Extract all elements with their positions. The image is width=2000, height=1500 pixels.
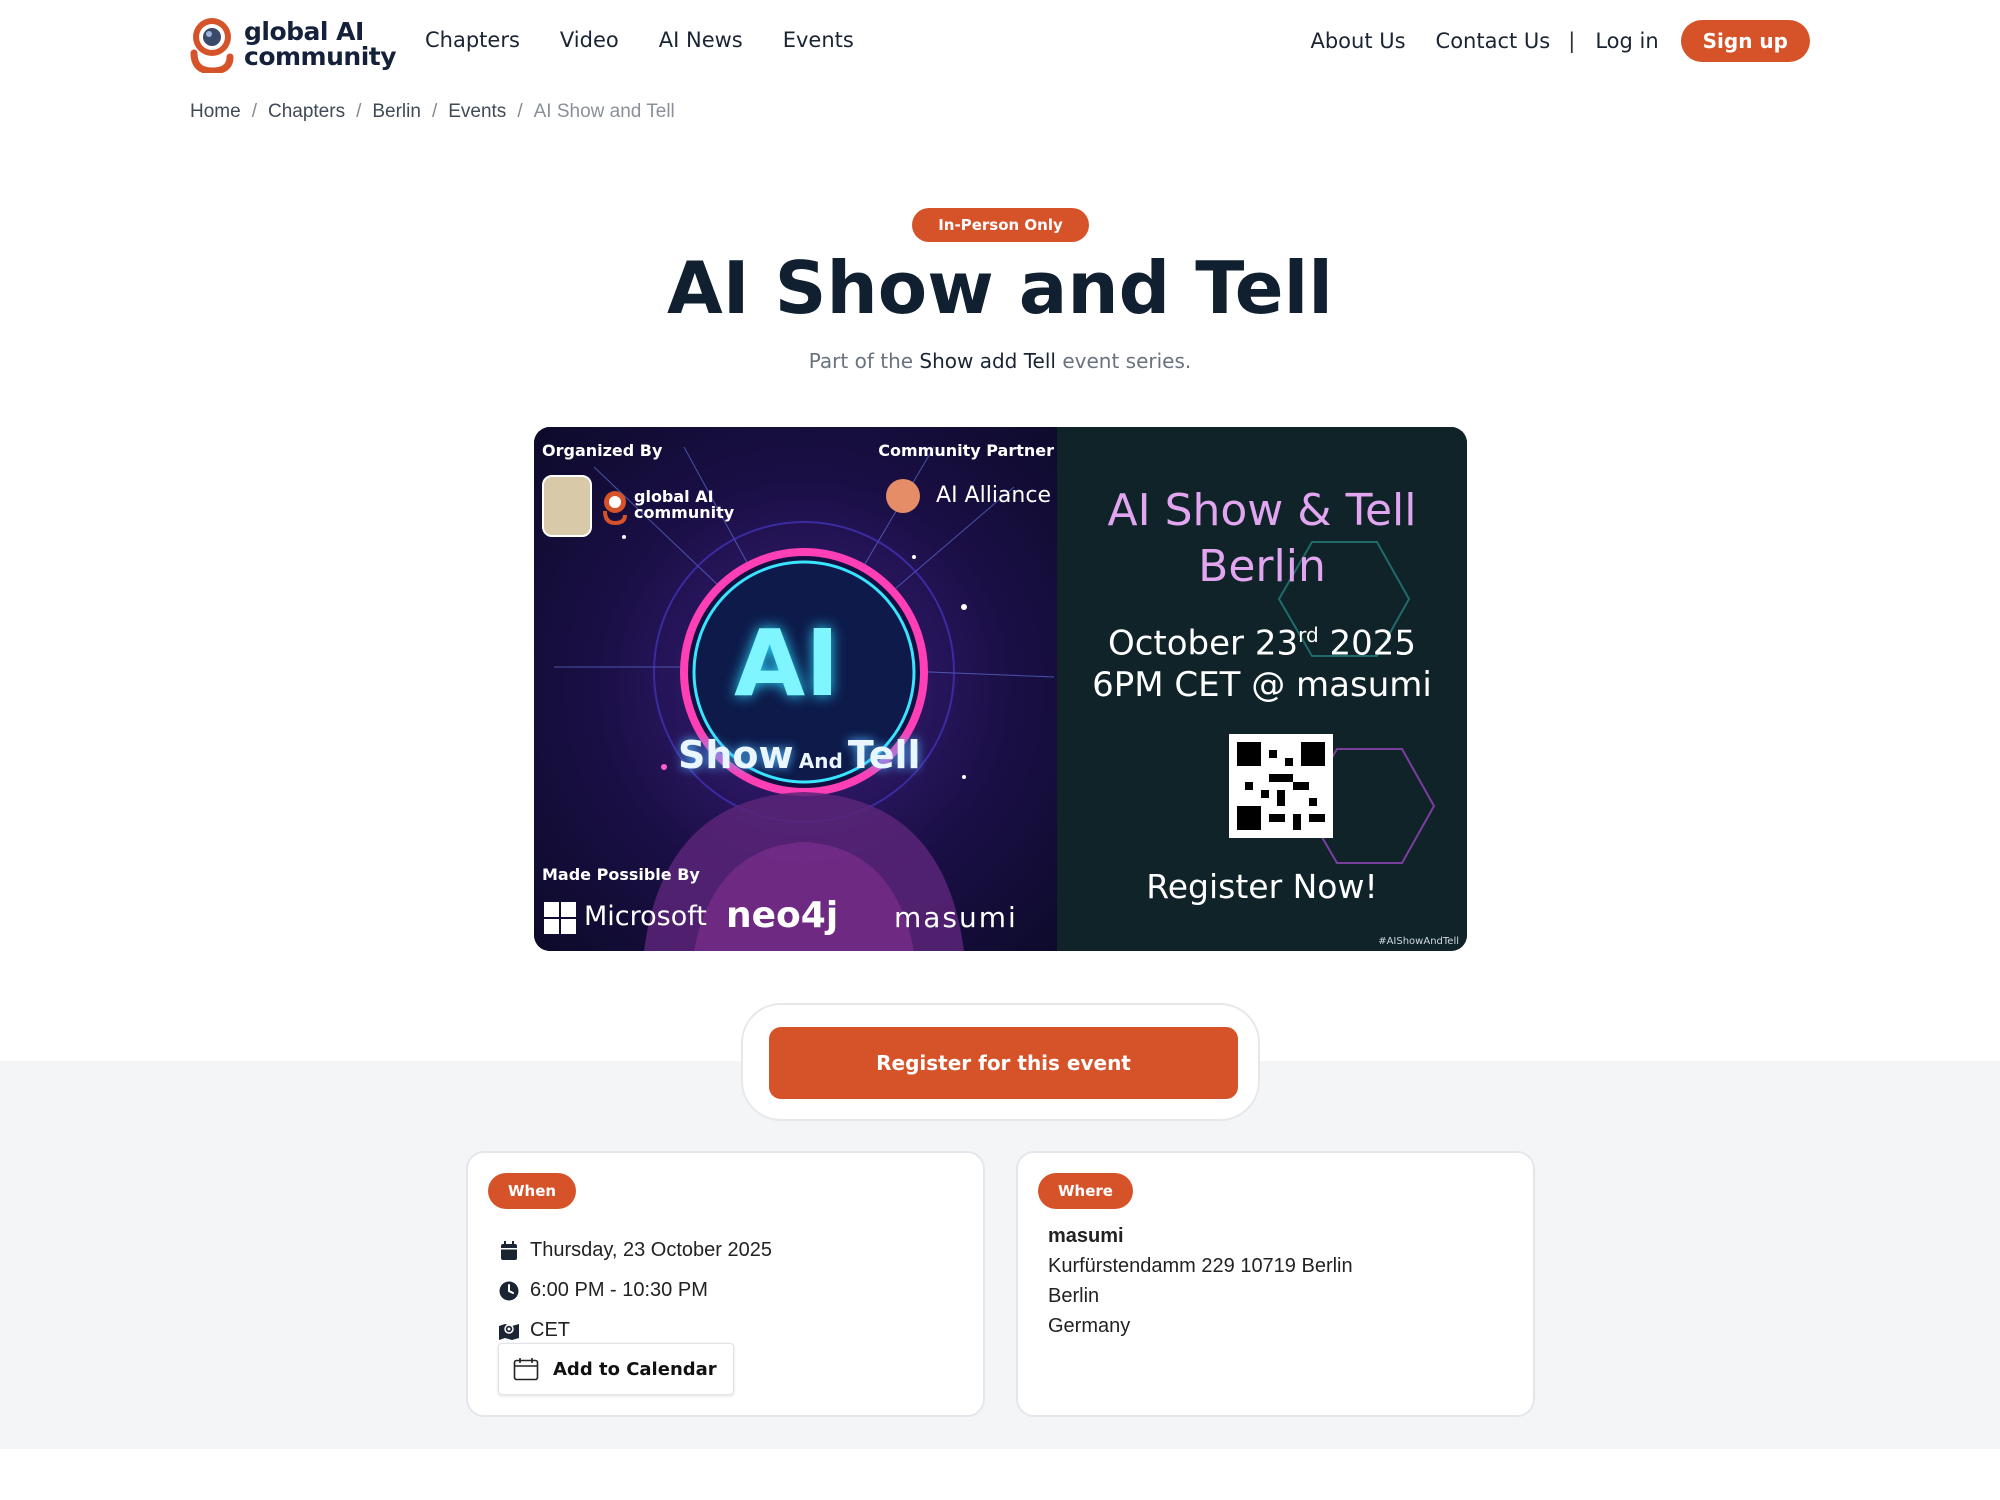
- when-label: When: [488, 1173, 577, 1209]
- banner-date-time: October 23rd 2025 6PM CET @ masumi: [1057, 614, 1467, 706]
- login-link[interactable]: Log in: [1595, 29, 1658, 53]
- banner-and-text: And: [798, 749, 843, 773]
- organizer-logo-line-2: community: [634, 503, 735, 522]
- account-nav: About Us Contact Us | Log in Sign up: [1310, 20, 1810, 62]
- event-time: 6:00 PM - 10:30 PM: [530, 1279, 708, 1301]
- banner-register-now: Register Now!: [1146, 867, 1378, 906]
- breadcrumb-separator: /: [431, 101, 438, 122]
- breadcrumb-current: AI Show and Tell: [533, 101, 675, 122]
- site-logo[interactable]: global AI community: [190, 15, 397, 75]
- banner-show-text: Show: [678, 733, 794, 777]
- site-header: global AI community Chapters Video AI Ne…: [0, 0, 2000, 84]
- nav-ai-news[interactable]: AI News: [659, 28, 743, 52]
- organized-by-label: Organized By: [542, 441, 663, 460]
- when-card: When Thursday, 23 October 2025 6:00 PM -…: [466, 1151, 985, 1417]
- banner-date-sup: rd: [1298, 623, 1319, 647]
- sponsor-masumi: masumi: [894, 901, 1018, 934]
- event-banner-image: Organized By Community Partner global AI…: [534, 427, 1467, 951]
- banner-title-line-2: Berlin: [1198, 541, 1326, 592]
- clock-icon: [498, 1280, 520, 1302]
- breadcrumb-home[interactable]: Home: [190, 101, 241, 123]
- venue-street: Kurfürstendamm 229 10719 Berlin: [1048, 1255, 1353, 1277]
- berlin-chapter-badge-icon: [542, 475, 592, 537]
- ai-alliance-logo-icon: [886, 479, 920, 513]
- subtitle-suffix: event series.: [1062, 349, 1192, 373]
- banner-artwork: Organized By Community Partner global AI…: [534, 427, 1057, 951]
- register-card: Register for this event: [741, 1003, 1260, 1121]
- banner-date-prefix: October 23: [1107, 623, 1299, 664]
- breadcrumb-chapters[interactable]: Chapters: [268, 101, 345, 123]
- microsoft-logo-icon: [544, 902, 576, 934]
- qr-code-icon: [1229, 734, 1333, 838]
- event-timezone: CET: [530, 1319, 570, 1341]
- community-partner-label: Community Partner: [878, 441, 1054, 460]
- nav-chapters[interactable]: Chapters: [425, 28, 520, 52]
- nav-about-us[interactable]: About Us: [1310, 29, 1405, 53]
- sponsor-microsoft: Microsoft: [584, 901, 707, 932]
- event-date-row: Thursday, 23 October 2025: [498, 1239, 772, 1262]
- nav-video[interactable]: Video: [560, 28, 619, 52]
- main-nav: Chapters Video AI News Events: [425, 28, 854, 52]
- breadcrumb-berlin[interactable]: Berlin: [372, 101, 421, 123]
- banner-hashtag: #AIShowAndTell: [1378, 936, 1459, 947]
- breadcrumb-separator: /: [251, 101, 257, 122]
- made-possible-by-label: Made Possible By: [542, 865, 700, 884]
- organizer-logo-text: global AI community: [634, 489, 734, 521]
- event-series-subtitle: Part of the Show add Tell event series.: [0, 349, 2000, 373]
- logo-line-1: global AI: [244, 17, 364, 46]
- event-time-row: 6:00 PM - 10:30 PM: [498, 1279, 708, 1302]
- banner-ai-text: AI: [734, 610, 840, 717]
- breadcrumb-events[interactable]: Events: [448, 101, 506, 123]
- global-ai-small-logo-icon: [602, 489, 628, 526]
- venue-name: masumi: [1048, 1225, 1124, 1247]
- series-link[interactable]: Show add Tell: [919, 349, 1056, 373]
- banner-show-and-tell: Show And Tell: [678, 733, 921, 777]
- venue-address: masumi Kurfürstendamm 229 10719 Berlin B…: [1048, 1221, 1353, 1341]
- map-location-icon: [498, 1320, 520, 1342]
- breadcrumb: Home / Chapters / Berlin / Events / AI S…: [190, 101, 675, 123]
- signup-button[interactable]: Sign up: [1680, 20, 1810, 62]
- nav-events[interactable]: Events: [783, 28, 854, 52]
- banner-event-info: AI Show & Tell Berlin October 23rd 2025 …: [1057, 427, 1467, 951]
- where-label: Where: [1038, 1173, 1133, 1209]
- add-to-calendar-button[interactable]: Add to Calendar: [498, 1343, 734, 1395]
- nav-contact-us[interactable]: Contact Us: [1436, 29, 1551, 53]
- where-card: Where masumi Kurfürstendamm 229 10719 Be…: [1016, 1151, 1535, 1417]
- add-to-calendar-label: Add to Calendar: [553, 1358, 717, 1380]
- banner-date-suffix: 2025: [1318, 623, 1417, 664]
- banner-time-location: 6PM CET @ masumi: [1092, 665, 1432, 706]
- banner-title-line-1: AI Show & Tell: [1107, 485, 1417, 536]
- global-ai-logo-icon: [190, 15, 234, 75]
- breadcrumb-separator: /: [356, 101, 362, 122]
- sponsor-neo4j: neo4j: [726, 895, 839, 936]
- event-timezone-row: CET: [498, 1319, 570, 1342]
- logo-line-2: community: [244, 42, 397, 71]
- calendar-icon: [498, 1240, 520, 1262]
- register-for-event-button[interactable]: Register for this event: [769, 1027, 1238, 1099]
- calendar-outline-icon: [513, 1357, 539, 1381]
- venue-city: Berlin: [1048, 1285, 1100, 1307]
- logo-wordmark: global AI community: [244, 17, 397, 71]
- subtitle-prefix: Part of the: [808, 349, 914, 373]
- page-title: AI Show and Tell: [667, 246, 1333, 330]
- in-person-badge: In-Person Only: [912, 208, 1089, 242]
- event-date: Thursday, 23 October 2025: [530, 1239, 772, 1261]
- banner-event-title: AI Show & Tell Berlin: [1057, 483, 1467, 595]
- venue-country: Germany: [1048, 1315, 1131, 1337]
- partner-name: AI Alliance: [936, 483, 1051, 508]
- breadcrumb-separator: /: [517, 101, 523, 122]
- banner-tell-text: Tell: [847, 733, 921, 777]
- nav-separator: |: [1568, 29, 1576, 53]
